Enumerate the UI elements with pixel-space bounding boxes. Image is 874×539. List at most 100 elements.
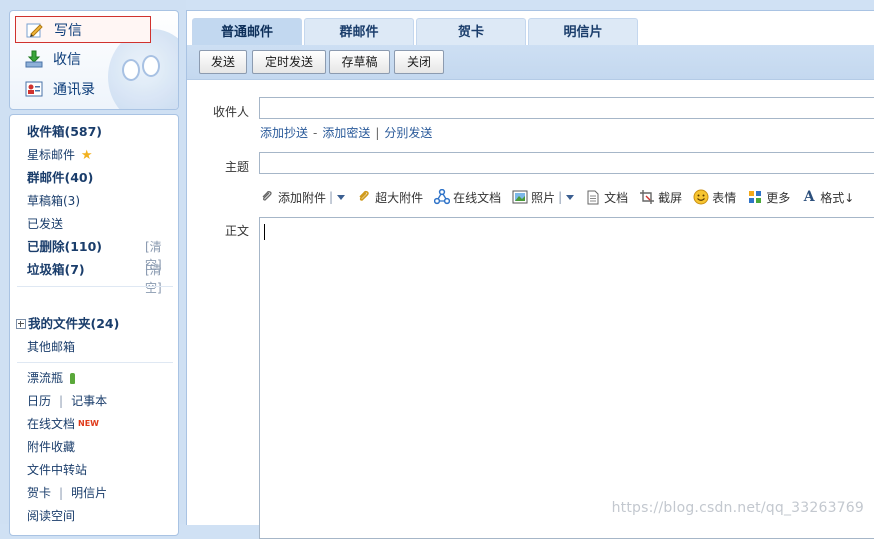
share-nodes-icon — [434, 189, 451, 205]
greeting-card-link[interactable]: 贺卡 — [27, 486, 51, 500]
document-button[interactable]: 文档 — [585, 189, 628, 206]
photo-label: 照片 — [531, 190, 556, 205]
bottle-icon — [69, 373, 75, 384]
separator: - — [313, 126, 318, 140]
notepad-link[interactable]: 记事本 — [71, 394, 107, 408]
mail-body-editor[interactable] — [259, 217, 874, 539]
drift-bottle-link[interactable]: 漂流瓶 — [27, 369, 75, 387]
screenshot-label: 截屏 — [658, 190, 683, 205]
chevron-down-icon[interactable] — [566, 194, 575, 200]
scheduled-send-button[interactable]: 定时发送 — [252, 50, 326, 74]
receive-mail-button[interactable]: 收信 — [15, 46, 151, 71]
folder-drafts[interactable]: 草稿箱(3) — [27, 192, 80, 210]
quick-actions-panel: 写信 收信 通讯录 — [9, 10, 179, 110]
online-document-label: 在线文档 — [453, 190, 502, 205]
document-icon — [585, 189, 601, 205]
contacts-label: 通讯录 — [53, 81, 95, 98]
compose-button[interactable]: 写信 — [15, 16, 151, 43]
emoticon-label: 表情 — [712, 190, 737, 205]
paperclip-icon — [259, 189, 275, 205]
separator: | — [59, 486, 64, 500]
online-document-button[interactable]: 在线文档 — [434, 189, 501, 206]
left-sidebar: 写信 收信 通讯录 收件箱(587) 星标邮件 ★ 群邮件(40) 草稿箱(3)… — [0, 0, 186, 536]
folder-list-panel: 收件箱(587) 星标邮件 ★ 群邮件(40) 草稿箱(3) 已发送 已删除(1… — [9, 114, 179, 536]
tab-greeting-card[interactable]: 贺卡 — [416, 18, 526, 46]
folder-starred[interactable]: 星标邮件 ★ — [27, 146, 93, 164]
separator: | — [375, 126, 380, 140]
large-attachment-label: 超大附件 — [375, 190, 424, 205]
compose-label: 写信 — [54, 22, 82, 39]
tab-normal-mail[interactable]: 普通邮件 — [192, 18, 302, 46]
document-label: 文档 — [604, 190, 629, 205]
add-cc-link[interactable]: 添加抄送 — [260, 126, 308, 140]
clear-spam-link[interactable]: [清空] — [145, 261, 178, 295]
add-bcc-link[interactable]: 添加密送 — [322, 126, 370, 140]
contacts-button[interactable]: 通讯录 — [15, 76, 151, 101]
subject-label: 主题 — [224, 160, 249, 174]
separate-send-link[interactable]: 分别发送 — [384, 126, 432, 140]
folder-inbox[interactable]: 收件箱(587) — [27, 123, 102, 141]
rich-text-toolbar: 添加附件 | 超大附件 在线文档 照片 | 文档 截屏 表情 更多 A 格式↓ — [259, 186, 865, 208]
tab-postcard[interactable]: 明信片 — [528, 18, 638, 46]
more-label: 更多 — [766, 190, 791, 205]
recipient-input[interactable] — [259, 97, 874, 119]
folder-group-mail[interactable]: 群邮件(40) — [27, 169, 93, 187]
format-label: 格式↓ — [820, 190, 855, 205]
subject-input[interactable] — [259, 152, 874, 174]
tab-group-mail[interactable]: 群邮件 — [304, 18, 414, 46]
recipient-label: 收件人 — [212, 105, 249, 119]
file-transfer-link[interactable]: 文件中转站 — [27, 461, 87, 479]
star-icon: ★ — [80, 148, 93, 163]
pencil-icon — [26, 21, 44, 39]
receive-mail-label: 收信 — [53, 51, 81, 68]
add-attachment-button[interactable]: 添加附件 | — [259, 189, 346, 206]
separator: | — [59, 394, 64, 408]
my-folders-label: 我的文件夹(24) — [28, 316, 120, 331]
large-attachment-button[interactable]: 超大附件 — [356, 189, 423, 206]
photo-button[interactable]: 照片 | — [512, 189, 575, 206]
expand-plus-icon[interactable] — [16, 318, 26, 329]
more-button[interactable]: 更多 — [747, 189, 790, 206]
font-format-icon: A — [803, 189, 815, 205]
recipient-options: 添加抄送 - 添加密送 | 分别发送 — [260, 124, 432, 141]
other-mailbox-link[interactable]: 其他邮箱 — [27, 338, 75, 356]
separator: | — [558, 190, 563, 204]
divider — [17, 286, 173, 287]
folder-starred-label: 星标邮件 — [27, 148, 76, 162]
separator: | — [329, 190, 334, 204]
chevron-down-icon[interactable] — [337, 194, 346, 200]
add-attachment-label: 添加附件 — [278, 190, 327, 205]
folder-deleted[interactable]: 已删除(110) — [27, 238, 102, 256]
reading-space-link[interactable]: 阅读空间 — [27, 507, 75, 525]
calendar-link[interactable]: 日历 — [27, 394, 51, 408]
smiley-icon — [693, 189, 709, 205]
attachment-collection-link[interactable]: 附件收藏 — [27, 438, 75, 456]
compose-toolbar: 发送 定时发送 存草稿 关闭 — [187, 45, 874, 80]
my-folders[interactable]: 我的文件夹(24) — [16, 315, 119, 333]
format-button[interactable]: A 格式↓ — [801, 189, 855, 206]
body-label: 正文 — [224, 224, 249, 238]
emoticon-button[interactable]: 表情 — [693, 189, 736, 206]
photo-icon — [512, 189, 528, 205]
drift-bottle-label: 漂流瓶 — [27, 371, 64, 385]
close-button[interactable]: 关闭 — [394, 50, 444, 74]
folder-sent[interactable]: 已发送 — [27, 215, 63, 233]
clear-deleted-link[interactable]: [清空] — [145, 238, 178, 272]
send-button[interactable]: 发送 — [199, 50, 247, 74]
save-draft-button[interactable]: 存草稿 — [329, 50, 390, 74]
screenshot-button[interactable]: 截屏 — [639, 189, 682, 206]
online-docs-link[interactable]: 在线文档 NEW — [27, 415, 99, 433]
compose-tabs: 普通邮件 群邮件 贺卡 明信片 — [187, 11, 874, 46]
address-book-icon — [25, 80, 43, 98]
grid-apps-icon — [747, 189, 763, 205]
inbox-download-icon — [25, 50, 43, 68]
postcard-link[interactable]: 明信片 — [71, 486, 107, 500]
paperclip-gold-icon — [356, 189, 372, 205]
calendar-notepad-row: 日历 | 记事本 — [27, 392, 107, 410]
watermark: https://blog.csdn.net/qq_33263769 — [611, 500, 864, 516]
folder-spam[interactable]: 垃圾箱(7) — [27, 261, 85, 279]
online-docs-label: 在线文档 — [27, 417, 76, 431]
divider — [17, 362, 173, 363]
text-cursor — [264, 224, 265, 240]
crop-screenshot-icon — [639, 189, 655, 205]
